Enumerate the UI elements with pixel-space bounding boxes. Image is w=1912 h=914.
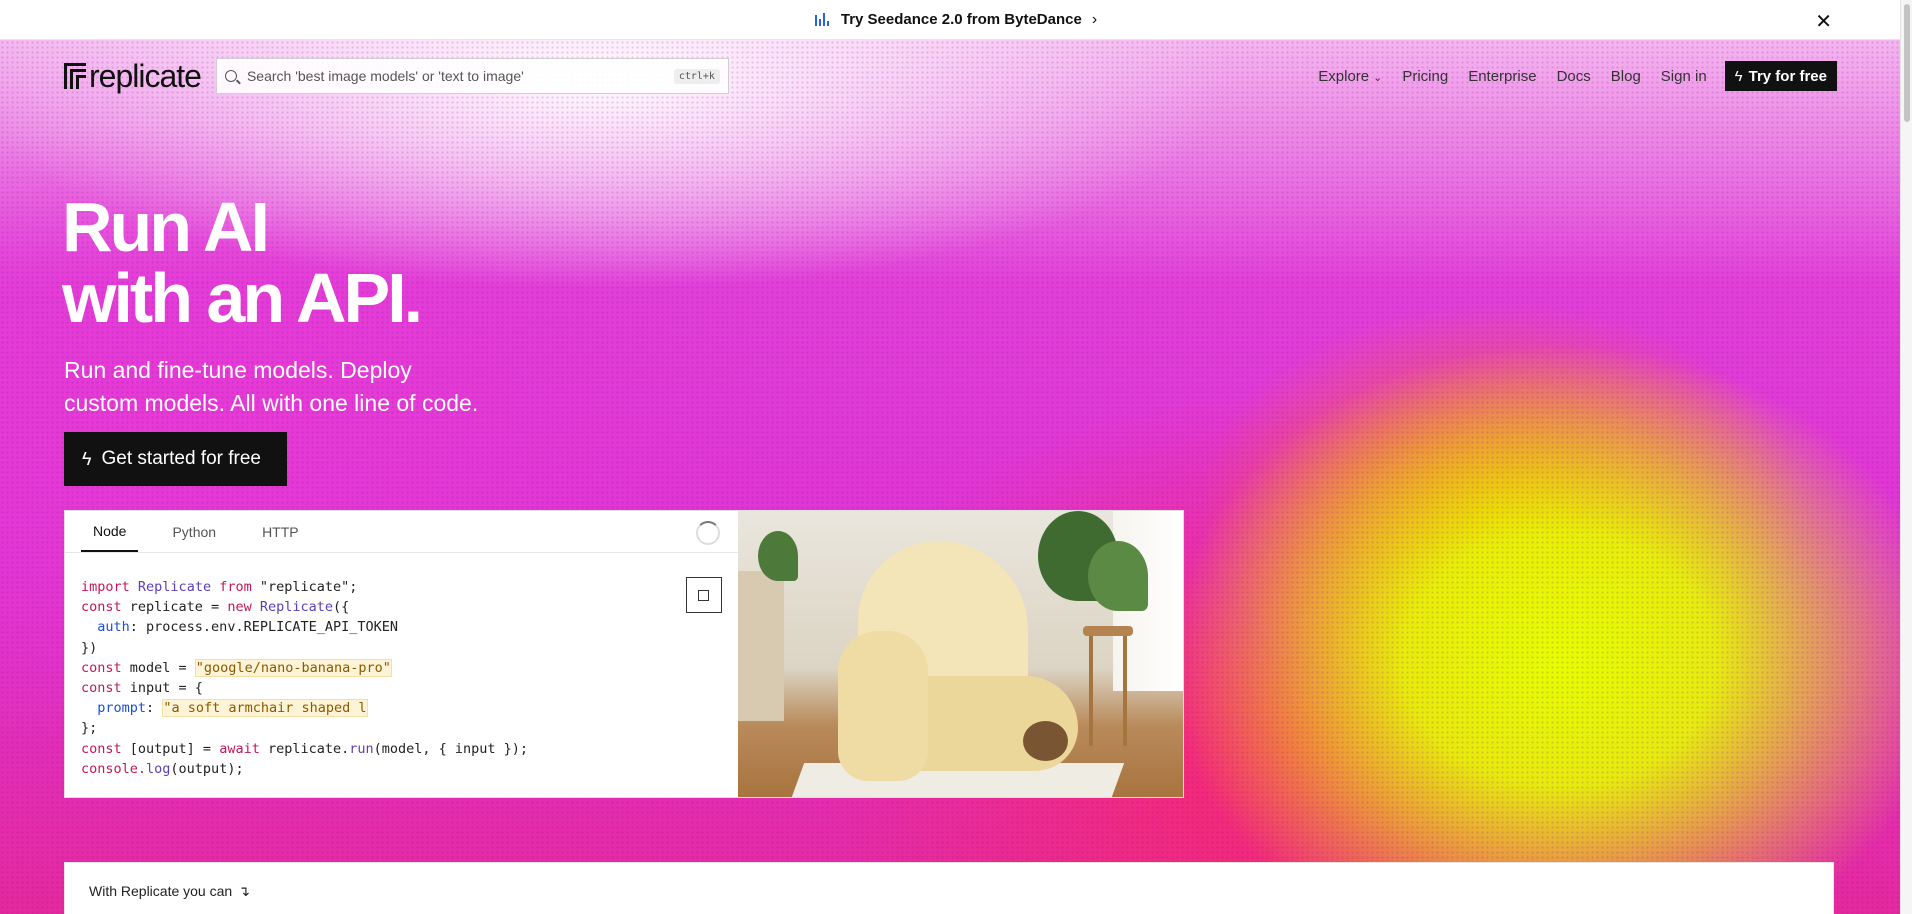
scrollbar-thumb[interactable] [1904, 4, 1910, 122]
page-scrollbar[interactable] [1900, 0, 1912, 914]
headline-line-1: Run AI [62, 188, 270, 266]
model-string: "google/nano-banana-pro" [194, 658, 392, 677]
search-icon [224, 70, 237, 82]
nav-pricing[interactable]: Pricing [1402, 68, 1448, 85]
subheading-line-1: Run and fine-tune models. Deploy [64, 357, 412, 383]
chart-bars-icon [814, 13, 829, 26]
features-heading: With Replicate you can [89, 883, 233, 899]
get-started-button[interactable]: ϟ Get started for free [64, 432, 287, 486]
nav-explore[interactable]: Explore ⌄ [1318, 68, 1382, 85]
code-pane: Node Python HTTP import Replicate from "… [65, 511, 738, 797]
bolt-icon: ϟ [1734, 67, 1743, 85]
announcement-text[interactable]: Try Seedance 2.0 from ByteDance [841, 11, 1082, 28]
replicate-logo[interactable]: replicate [64, 57, 202, 95]
try-button-label: Try for free [1748, 67, 1827, 85]
code-example-card: Node Python HTTP import Replicate from "… [64, 510, 1184, 798]
logo-mark-icon [64, 63, 86, 89]
hero-subheading: Run and fine-tune models. Deploy custom … [64, 354, 584, 420]
announcement-bar[interactable]: Try Seedance 2.0 from ByteDance › ✕ [0, 0, 1912, 40]
nav-links: Explore ⌄ Pricing Enterprise Docs Blog Si… [1298, 61, 1837, 91]
hero-headline: Run AI with an API. [62, 188, 423, 337]
nav-blog[interactable]: Blog [1611, 68, 1641, 85]
nav-enterprise[interactable]: Enterprise [1468, 68, 1536, 85]
tab-node[interactable]: Node [81, 511, 139, 552]
tab-http[interactable]: HTTP [250, 511, 311, 552]
search-input[interactable]: Search 'best image models' or 'text to i… [215, 58, 729, 94]
code-snippet: import Replicate from "replicate"; const… [81, 579, 529, 777]
nav-docs[interactable]: Docs [1557, 68, 1591, 85]
get-started-label: Get started for free [101, 448, 261, 469]
search-shortcut: ctrl+k [673, 68, 720, 84]
tab-python[interactable]: Python [160, 511, 228, 552]
chevron-down-icon: ⌄ [1373, 71, 1383, 84]
language-tabs: Node Python HTTP [65, 511, 738, 553]
prompt-string: "a soft armchair shaped l [162, 699, 368, 718]
close-icon[interactable]: ✕ [1815, 9, 1832, 34]
copy-button[interactable] [685, 577, 722, 613]
headline-line-2: with an API. [62, 259, 423, 337]
copy-icon [698, 585, 715, 601]
features-section: With Replicate you can ↴ [64, 862, 1834, 914]
output-image [737, 511, 1183, 797]
nav-sign-in[interactable]: Sign in [1661, 68, 1707, 85]
logo-text: replicate [89, 57, 202, 94]
search-placeholder: Search 'best image models' or 'text to i… [246, 68, 524, 84]
chevron-right-icon: › [1091, 10, 1098, 28]
try-for-free-button[interactable]: ϟ Try for free [1724, 61, 1837, 91]
subheading-line-2: custom models. All with one line of code… [64, 390, 479, 416]
loading-spinner-icon [695, 521, 720, 545]
top-nav: replicate Search 'best image models' or … [64, 58, 1837, 94]
arrow-down-right-icon: ↴ [238, 883, 250, 899]
bolt-icon: ϟ [82, 448, 92, 469]
